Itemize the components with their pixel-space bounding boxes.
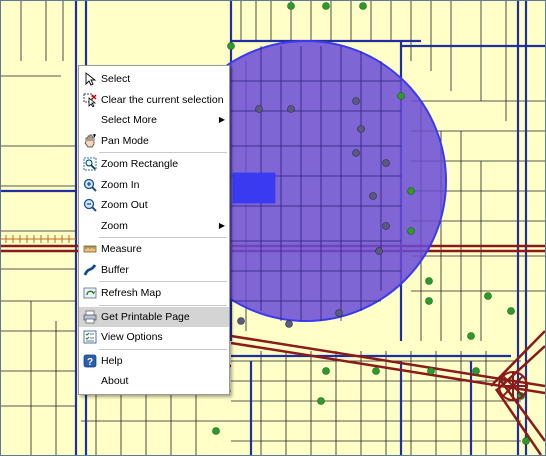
zoom-rectangle-icon [83, 157, 97, 171]
menu-item-label: About [101, 375, 129, 387]
menu-separator [99, 152, 227, 153]
view-options-icon [83, 330, 97, 344]
menu-item-zoom-rectangle[interactable]: Zoom Rectangle [79, 154, 229, 175]
menu-item-about[interactable]: About [79, 371, 229, 392]
menu-item-select-more[interactable]: Select More ▶ [79, 110, 229, 131]
menu-item-get-printable-page[interactable]: Get Printable Page [79, 306, 229, 327]
map-window: Select Clear the current selection Selec… [0, 0, 546, 456]
menu-item-label: Measure [101, 243, 142, 255]
submenu-arrow-icon: ▶ [218, 220, 225, 230]
menu-item-select[interactable]: Select [79, 69, 229, 90]
svg-text:?: ? [87, 357, 93, 368]
menu-separator [99, 237, 227, 238]
help-icon: ? [83, 354, 97, 368]
menu-item-label: View Options [101, 331, 163, 343]
context-menu: Select Clear the current selection Selec… [78, 65, 230, 395]
zoom-in-icon [83, 178, 97, 192]
menu-item-view-options[interactable]: View Options [79, 327, 229, 348]
menu-item-pan-mode[interactable]: Pan Mode [79, 131, 229, 152]
clear-selection-icon [83, 93, 97, 107]
menu-item-clear-selection[interactable]: Clear the current selection [79, 90, 229, 111]
junction-circle [498, 371, 528, 401]
menu-item-label: Select More [101, 114, 158, 126]
menu-item-label: Zoom [101, 219, 128, 232]
menu-item-measure[interactable]: Measure [79, 239, 229, 260]
menu-item-label: Help [101, 354, 123, 367]
buffer-icon [83, 263, 97, 276]
menu-item-refresh-map[interactable]: Refresh Map [79, 283, 229, 304]
menu-separator [99, 348, 227, 350]
menu-item-zoom-in[interactable]: Zoom In [79, 175, 229, 196]
pointer-arrow-icon [85, 72, 97, 86]
menu-item-label: Zoom Out [101, 199, 148, 211]
menu-item-label: Buffer [101, 263, 129, 276]
pan-hand-icon [84, 133, 96, 147]
printer-icon [83, 310, 97, 323]
menu-item-label: Zoom Rectangle [101, 158, 179, 170]
menu-item-label: Refresh Map [101, 287, 162, 299]
menu-item-buffer[interactable]: Buffer [79, 260, 229, 281]
menu-item-zoom[interactable]: Zoom ▶ [79, 216, 229, 237]
menu-item-zoom-out[interactable]: Zoom Out [79, 195, 229, 216]
refresh-map-icon [83, 287, 97, 299]
menu-item-label: Select [101, 73, 131, 85]
zoom-out-icon [83, 198, 97, 212]
menu-item-label: Get Printable Page [101, 310, 190, 323]
menu-item-label: Pan Mode [101, 134, 149, 147]
menu-item-help[interactable]: ? Help [79, 351, 229, 372]
menu-item-label: Clear the current selection [101, 93, 224, 106]
ruler-icon [83, 245, 97, 253]
menu-separator [99, 281, 227, 282]
menu-separator [99, 304, 227, 306]
submenu-arrow-icon: ▶ [218, 115, 225, 124]
menu-item-label: Zoom In [101, 178, 140, 191]
